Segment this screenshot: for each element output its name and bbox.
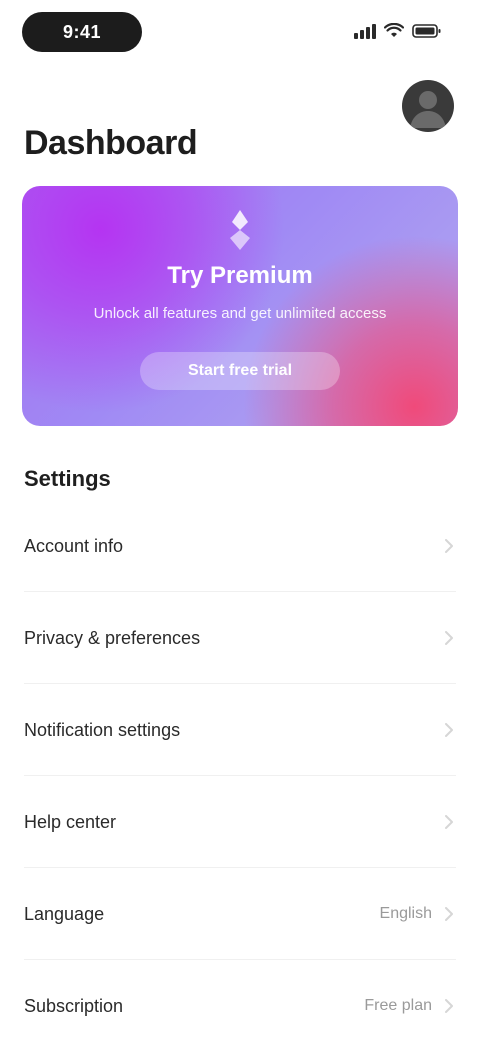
settings-item-value: Free plan (364, 997, 432, 1014)
status-icons (354, 20, 442, 42)
chevron-right-icon (442, 999, 456, 1013)
chevron-right-icon (442, 631, 456, 645)
settings-list: Account info Privacy & preferences Notif… (0, 500, 480, 1040)
page-title: Dashboard (24, 124, 198, 162)
settings-item-help-center[interactable]: Help center (0, 776, 480, 868)
settings-item-label: Notification settings (24, 719, 181, 740)
premium-logo-icon (218, 208, 262, 252)
chevron-right-icon (442, 907, 456, 921)
chevron-right-icon (442, 539, 456, 553)
chevron-right-icon (442, 815, 456, 829)
user-avatar[interactable] (402, 80, 454, 132)
wifi-icon (384, 23, 404, 39)
chevron-right-icon (442, 723, 456, 737)
settings-item-label: Subscription (24, 995, 124, 1016)
user-avatar-icon (410, 91, 446, 128)
settings-item-account-info[interactable]: Account info (0, 500, 480, 592)
signal-icon (354, 23, 376, 39)
settings-item-notifications[interactable]: Notification settings (0, 684, 480, 776)
settings-item-value: English (379, 905, 432, 922)
status-bar: 9:41 (0, 0, 480, 64)
promo-subtext: Unlock all features and get unlimited ac… (93, 305, 387, 322)
settings-item-language[interactable]: Language English (0, 868, 480, 960)
premium-promo-card[interactable]: Try Premium Unlock all features and get … (22, 186, 458, 426)
settings-item-privacy[interactable]: Privacy & preferences (0, 592, 480, 684)
settings-section-title: Settings (24, 466, 111, 491)
settings-item-label: Account info (24, 535, 124, 556)
settings-item-label: Language (24, 903, 105, 924)
settings-item-label: Help center (24, 811, 117, 832)
promo-headline: Try Premium (167, 262, 313, 289)
status-time: 9:41 (22, 12, 142, 52)
settings-item-label: Privacy & preferences (24, 627, 201, 648)
screen: 9:41 Dashboard Try Premium Unlock all fe… (0, 0, 480, 1040)
settings-item-subscription[interactable]: Subscription Free plan (0, 960, 480, 1040)
start-trial-button[interactable]: Start free trial (140, 352, 340, 390)
battery-icon (412, 23, 442, 39)
